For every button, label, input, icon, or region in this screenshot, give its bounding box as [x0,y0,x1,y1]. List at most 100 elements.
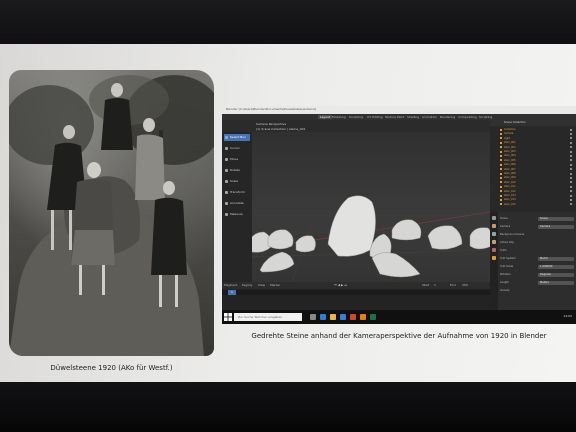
property-field[interactable]: Meters [538,280,574,285]
blender-icon[interactable] [360,314,366,320]
task-view-icon[interactable] [310,314,316,320]
tool-annotate[interactable]: Annotate [224,200,250,207]
tab-compositing[interactable]: Compositing [458,115,477,119]
scene-tab-icon[interactable] [492,240,496,244]
property-field[interactable]: 1.000000 [538,264,574,269]
windows-start-icon[interactable] [224,313,232,321]
tab-texture-paint[interactable]: Texture Paint [385,115,404,119]
visibility-eye-icon[interactable] [570,137,572,140]
excel-icon[interactable] [370,314,376,320]
property-row: Unit System Metric [500,256,574,261]
tab-uv-editing[interactable]: UV Editing [367,115,383,119]
tab-shading[interactable]: Shading [407,115,419,119]
mesh-icon [500,203,502,206]
visibility-eye-icon[interactable] [570,172,572,175]
tab-scripting[interactable]: Scripting [479,115,492,119]
outliner-item[interactable]: Collection [490,128,576,131]
mesh-icon [500,137,502,140]
outliner-item[interactable]: Camera [490,132,576,135]
tab-sculpting[interactable]: Sculpting [349,115,363,119]
visibility-eye-icon[interactable] [570,181,572,184]
visibility-eye-icon[interactable] [570,150,572,153]
mesh-icon [500,168,502,171]
explorer-icon[interactable] [330,314,336,320]
property-field[interactable]: Degrees [538,272,574,277]
start-frame[interactable]: 1 [434,283,436,287]
mesh-icon [500,159,502,162]
view-menu[interactable]: View [258,283,265,287]
viewport-overlay-camera: Camera Perspective [256,122,287,126]
window-title: Blender [C:\Users\Blender\Documents\Duew… [226,107,316,111]
playback-menu[interactable]: Playback [224,283,237,287]
visibility-eye-icon[interactable] [570,185,572,188]
visibility-eye-icon[interactable] [570,163,572,166]
taskbar-search-box[interactable]: Zur Suche Text hier eingeben [234,313,302,321]
outliner-item[interactable]: stein_013 [490,194,576,197]
visibility-eye-icon[interactable] [570,146,572,149]
keying-menu[interactable]: Keying [242,283,252,287]
output-tab-icon[interactable] [492,232,496,236]
tool-scale[interactable]: Scale [224,178,250,185]
outliner-item[interactable]: stein_008 [490,172,576,175]
outliner-item-label: Collection [504,128,516,131]
tab-layout[interactable]: Layout [318,115,333,119]
property-field[interactable]: Metric [538,256,574,261]
outliner-item-label: stein_011 [504,185,516,189]
visibility-eye-icon[interactable] [570,132,572,135]
current-frame-indicator[interactable]: 1 [228,290,236,295]
tool-move[interactable]: Move [224,156,250,163]
tool-transform[interactable]: Transform [224,189,250,196]
powerpoint-icon[interactable] [350,314,356,320]
frame-ruler[interactable] [222,290,490,295]
stone-8 [427,225,463,250]
tool-select-box[interactable]: Select Box [224,134,250,141]
edge-icon[interactable] [320,314,326,320]
tool-cursor[interactable]: Cursor [224,145,250,152]
outliner-item[interactable]: Light [490,137,576,140]
outliner-item[interactable]: stein_010 [490,181,576,184]
tool-rotate[interactable]: Rotate [224,167,250,174]
outliner-item[interactable]: stein_002 [490,146,576,149]
property-label: Scene [500,217,508,220]
outliner-item[interactable]: stein_005 [490,159,576,162]
outliner-item[interactable]: stein_015 [490,203,576,206]
outliner-item[interactable]: stein_004 [490,154,576,157]
outliner-item[interactable]: stein_006 [490,163,576,166]
render-tab-icon[interactable] [492,224,496,228]
visibility-eye-icon[interactable] [570,203,572,206]
outliner-item-label: stein_001 [504,141,516,145]
visibility-eye-icon[interactable] [570,176,572,179]
outliner-item[interactable]: stein_007 [490,168,576,171]
tab-modeling[interactable]: Modeling [332,115,346,119]
playback-buttons[interactable]: ⏮◀▶⏭ [334,283,348,287]
visibility-eye-icon[interactable] [570,128,572,131]
tool-tab-icon[interactable] [492,216,496,220]
outliner-item[interactable]: stein_011 [490,185,576,188]
outliner-item[interactable]: stein_003 [490,150,576,153]
visibility-eye-icon[interactable] [570,141,572,144]
property-field[interactable]: Camera [538,224,574,229]
outliner-item[interactable]: stein_014 [490,198,576,201]
visibility-eye-icon[interactable] [570,198,572,201]
property-field[interactable]: Scene [538,216,574,221]
visibility-eye-icon[interactable] [570,194,572,197]
outliner-item[interactable]: stein_012 [490,190,576,193]
visibility-eye-icon[interactable] [570,159,572,162]
tool-measure[interactable]: Measure [224,211,250,218]
world-tab-icon[interactable] [492,248,496,252]
mesh-icon [500,181,502,184]
visibility-eye-icon[interactable] [570,154,572,157]
timeline-controls: Playback Keying View Marker ⏮◀▶⏭ Start 1… [222,282,490,289]
tab-animation[interactable]: Animation [422,115,437,119]
marker-menu[interactable]: Marker [270,283,280,287]
visibility-eye-icon[interactable] [570,190,572,193]
outliner-item[interactable]: stein_009 [490,176,576,179]
3d-viewport[interactable] [252,132,490,282]
outliner-item[interactable]: stein_001 [490,141,576,144]
outliner-item-label: stein_006 [504,163,516,167]
object-tab-icon[interactable] [492,256,496,260]
tab-rendering[interactable]: Rendering [440,115,455,119]
visibility-eye-icon[interactable] [570,168,572,171]
mail-icon[interactable] [340,314,346,320]
end-frame[interactable]: 250 [462,283,468,287]
